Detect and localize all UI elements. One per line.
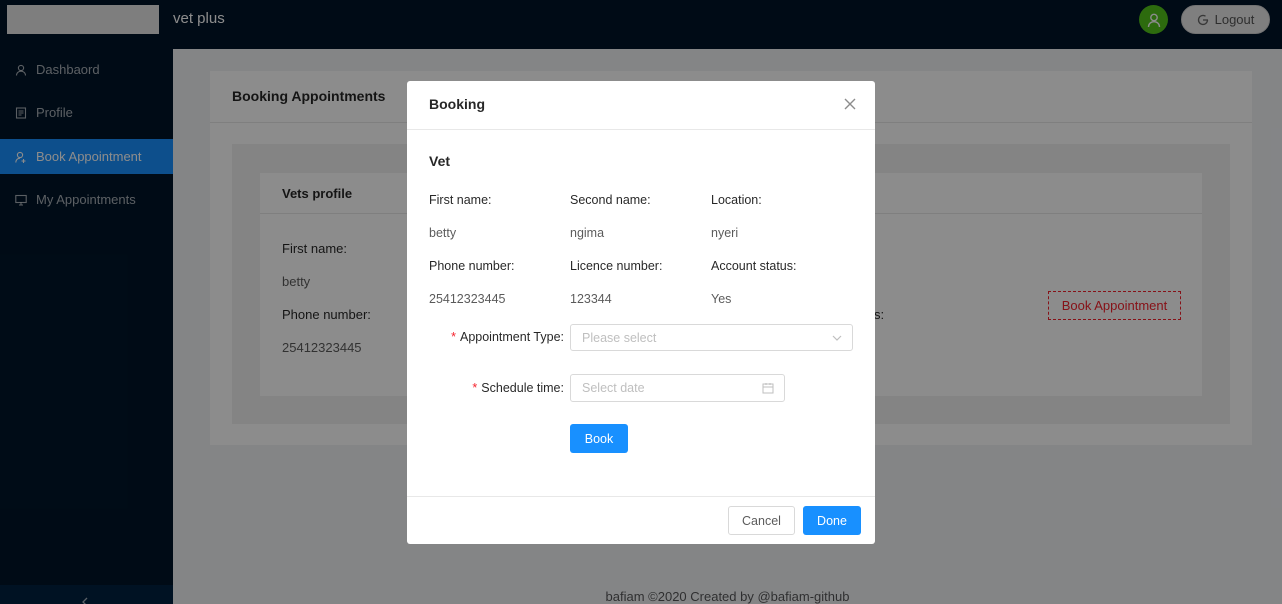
close-icon[interactable] xyxy=(843,97,857,111)
section-title: Vet xyxy=(429,153,451,169)
modal-title: Booking xyxy=(429,96,485,112)
appointment-type-label: * Appointment Type: xyxy=(451,330,564,344)
select-placeholder: Please select xyxy=(582,331,657,345)
location-value: nyeri xyxy=(711,226,739,240)
second-name-value: ngima xyxy=(570,226,605,240)
divider xyxy=(407,129,875,130)
appointment-type-select[interactable]: Please select xyxy=(570,324,853,351)
licence-value: 123344 xyxy=(570,292,612,306)
book-button[interactable]: Book xyxy=(570,424,628,453)
cancel-button[interactable]: Cancel xyxy=(728,506,795,535)
divider xyxy=(407,496,875,497)
licence-label: Licence number: xyxy=(570,259,663,273)
done-button[interactable]: Done xyxy=(803,506,861,535)
account-status-value: Yes xyxy=(711,292,732,306)
phone-label: Phone number: xyxy=(429,259,515,273)
account-status-label: Account status: xyxy=(711,259,797,273)
date-placeholder: Select date xyxy=(582,381,645,395)
location-label: Location: xyxy=(711,193,762,207)
calendar-icon xyxy=(762,383,774,394)
chevron-down-icon xyxy=(832,335,842,341)
second-name-label: Second name: xyxy=(570,193,651,207)
booking-modal: Booking Vet First name: Second name: Loc… xyxy=(407,81,875,544)
first-name-label: First name: xyxy=(429,193,492,207)
first-name-value: betty xyxy=(429,226,457,240)
schedule-time-label: * Schedule time: xyxy=(472,381,564,395)
schedule-date-picker[interactable]: Select date xyxy=(570,374,785,402)
phone-value: 25412323445 xyxy=(429,292,506,306)
